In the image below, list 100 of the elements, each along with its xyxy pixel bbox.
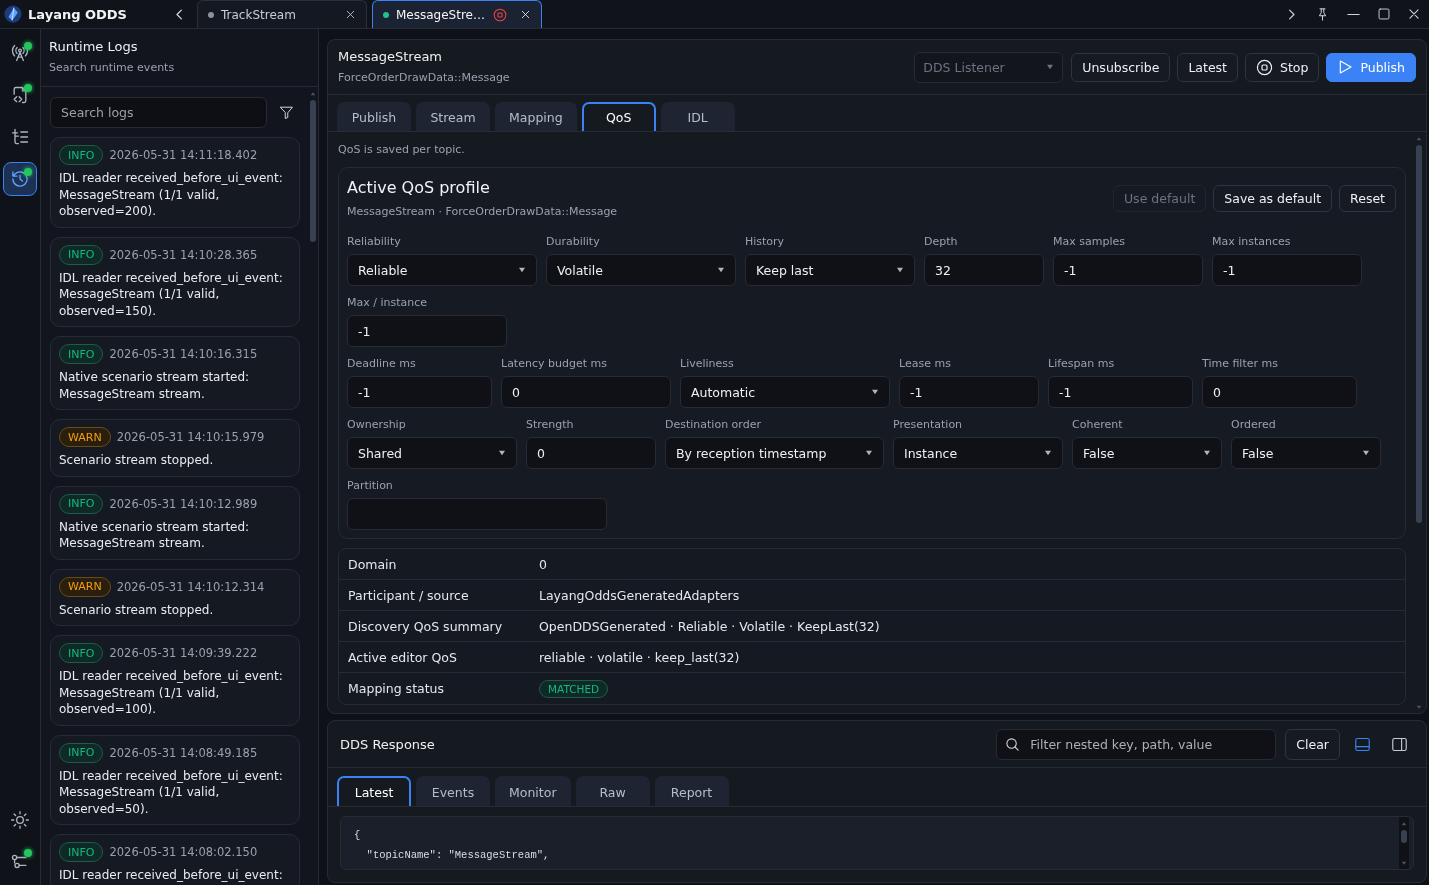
- level-badge: INFO: [59, 742, 104, 763]
- scroll-up-icon: [1400, 820, 1408, 828]
- timestamp: 2026-05-31 14:09:39.222: [109, 646, 258, 660]
- field-label: Destination order: [665, 418, 762, 431]
- input-field[interactable]: -1: [1212, 254, 1362, 286]
- level-badge: INFO: [59, 344, 104, 364]
- log-message: Native scenario stream started: MessageStream stream.: [59, 518, 251, 552]
- timestamp: 2026-05-31 14:10:15.979: [116, 430, 265, 444]
- timestamp: 2026-05-31 14:10:12.989: [109, 496, 258, 511]
- clear-button[interactable]: Clear: [1285, 728, 1340, 760]
- log-message: IDL reader received_before_ui_event: MessageStream (1/1 valid, observed=200).: [59, 170, 284, 220]
- select-field[interactable]: By reception timestamp: [665, 437, 884, 469]
- editor-tab[interactable]: MessageStre…: [372, 0, 542, 28]
- list-icon: [10, 127, 30, 147]
- tab[interactable]: Raw: [575, 776, 650, 806]
- level-badge: INFO: [59, 842, 104, 862]
- tab[interactable]: Latest: [337, 776, 411, 806]
- action-button[interactable]: Save as default: [1213, 185, 1333, 212]
- input-field[interactable]: 0: [526, 437, 656, 469]
- scrollbar-thumb[interactable]: [1416, 145, 1422, 523]
- log-message: IDL reader received_before_ui_event: MessageStream (1/1 valid, observed=50).: [59, 767, 284, 817]
- select-field[interactable]: Instance: [893, 437, 1063, 469]
- close-icon[interactable]: [1407, 7, 1421, 21]
- scroll-down-icon: [1415, 703, 1423, 711]
- field-label: Latency budget ms: [501, 357, 608, 370]
- level-badge: WARN: [59, 576, 111, 597]
- scroll-down-icon: [1400, 859, 1408, 867]
- field-label: Ownership: [347, 418, 407, 431]
- field-label: Max / instance: [347, 296, 429, 309]
- section-title: Active QoS profile: [347, 178, 491, 198]
- caret-icon: [1046, 63, 1055, 71]
- timestamp: 2026-05-31 14:10:16.315: [109, 347, 258, 361]
- action-button[interactable]: Unsubscribe: [1071, 52, 1171, 82]
- input-field[interactable]: 0: [501, 376, 671, 408]
- tab[interactable]: Mapping: [495, 102, 577, 131]
- history-icon: [10, 169, 30, 189]
- filter-field[interactable]: Filter nested key, path, value: [996, 728, 1277, 760]
- table-cell: reliable · volatile · keep_last(32): [539, 649, 740, 665]
- scroll-up-icon: [309, 90, 317, 98]
- scroll-up-icon: [1415, 135, 1423, 143]
- input-field[interactable]: -1: [347, 315, 507, 347]
- action-button[interactable]: Reset: [1339, 185, 1396, 212]
- tab[interactable]: QoS: [581, 102, 656, 131]
- select-field[interactable]: False: [1072, 437, 1222, 469]
- select-field[interactable]: Keep last: [745, 254, 915, 286]
- select-field[interactable]: False: [1231, 437, 1381, 469]
- timestamp: 2026-05-31 14:11:18.402: [109, 148, 258, 162]
- table-cell-text: Mapping status: [347, 681, 446, 696]
- close-icon[interactable]: [345, 9, 356, 20]
- field-label: Partition: [347, 479, 394, 492]
- tab[interactable]: Report: [654, 776, 729, 806]
- select-field[interactable]: Reliable: [347, 254, 537, 286]
- table-cell: OpenDDSGenerated · Reliable · Volatile · KeepLast(32): [539, 618, 880, 634]
- table-cell-text: Participant / source: [347, 587, 470, 603]
- field-label: Lifespan ms: [1048, 357, 1116, 370]
- select-field[interactable]: Automatic: [680, 376, 890, 408]
- editor-tab[interactable]: TrackStream: [197, 0, 367, 28]
- input-field[interactable]: 32: [924, 254, 1044, 286]
- panel-subtitle: Search runtime events: [49, 61, 176, 75]
- field-label: Max instances: [1212, 235, 1292, 248]
- input-field[interactable]: [347, 498, 607, 530]
- field-label: Liveliness: [680, 357, 735, 370]
- select-field[interactable]: Volatile: [546, 254, 736, 286]
- status-badge: MATCHED: [539, 679, 609, 698]
- hint-text: QoS is saved per topic.: [338, 143, 466, 157]
- input-field[interactable]: -1: [1048, 376, 1193, 408]
- input-field[interactable]: -1: [347, 376, 492, 408]
- maximize-icon[interactable]: [1377, 7, 1391, 21]
- tab[interactable]: Monitor: [495, 776, 571, 806]
- input-field[interactable]: -1: [1053, 254, 1203, 286]
- logo-icon: [4, 5, 22, 23]
- caret-icon: [518, 266, 526, 274]
- tab[interactable]: Publish: [337, 102, 411, 131]
- scrollbar-thumb[interactable]: [310, 100, 316, 242]
- caret-icon: [1362, 449, 1370, 457]
- tab[interactable]: IDL: [660, 102, 735, 131]
- filter-icon[interactable]: [279, 105, 294, 120]
- stop-button[interactable]: Stop: [1245, 52, 1320, 82]
- log-message: Scenario stream stopped.: [59, 452, 215, 469]
- caret-icon: [865, 449, 873, 457]
- search-field[interactable]: Search logs: [50, 97, 267, 128]
- field-label: History: [745, 235, 786, 248]
- caret-icon: [871, 388, 879, 396]
- input-field[interactable]: 0: [1202, 376, 1357, 408]
- field-label: Reliability: [347, 235, 402, 248]
- publish-button[interactable]: Publish: [1326, 52, 1416, 82]
- field-label: Deadline ms: [347, 357, 417, 370]
- field-label: Lease ms: [899, 357, 952, 370]
- scrollbar-thumb[interactable]: [1401, 830, 1407, 843]
- timestamp: 2026-05-31 14:10:12.314: [116, 579, 265, 594]
- nav-button[interactable]: [3, 162, 37, 196]
- antenna-icon: [10, 43, 30, 63]
- tab[interactable]: Stream: [416, 102, 490, 131]
- level-badge: INFO: [59, 493, 104, 514]
- tab[interactable]: Events: [416, 776, 490, 806]
- panel-bottom-icon[interactable]: [1354, 735, 1371, 753]
- action-button[interactable]: Latest: [1177, 52, 1238, 82]
- input-field[interactable]: -1: [899, 376, 1039, 408]
- select-field[interactable]: Shared: [347, 437, 517, 469]
- panel-right-icon[interactable]: [1391, 735, 1408, 753]
